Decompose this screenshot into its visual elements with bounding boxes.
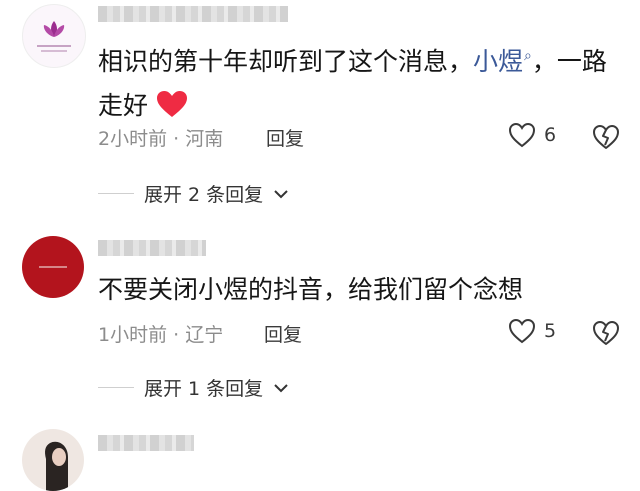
search-icon: ⌕ [524, 48, 532, 64]
expand-replies-button[interactable]: 展开 2 条回复 [98, 180, 289, 207]
comment-item: 相识的第十年却听到了这个消息，小煜⌕，一路 走好 2小时前 · 河南 回复 6 … [0, 0, 640, 215]
separator: · [173, 324, 186, 346]
like-count: 6 [544, 124, 557, 146]
comment-meta: 2小时前 · 河南 [98, 124, 223, 151]
comment-text-part: ，一路 [531, 47, 607, 76]
username[interactable] [98, 240, 206, 256]
comment-text-part: 走好 [98, 91, 149, 120]
comment-time: 2小时前 [98, 128, 168, 150]
like-button[interactable]: 5 [508, 318, 556, 344]
divider [98, 387, 134, 388]
comment-text: 不要关闭小煜的抖音，给我们留个念想 [98, 275, 524, 304]
chevron-down-icon [274, 383, 288, 392]
dislike-button[interactable] [592, 320, 620, 350]
avatar[interactable] [22, 4, 86, 68]
comment-meta: 1小时前 · 辽宁 [98, 320, 223, 347]
comment-item: 不要关闭小煜的抖音，给我们留个念想 1小时前 · 辽宁 回复 5 展开 1 条回… [0, 230, 640, 415]
avatar[interactable] [22, 236, 84, 298]
expand-replies-button[interactable]: 展开 1 条回复 [98, 374, 289, 401]
expand-replies-label[interactable]: 展开 2 条回复 [144, 180, 263, 207]
chevron-down-icon [274, 189, 288, 198]
flower-logo-icon [37, 21, 71, 52]
avatar[interactable] [22, 429, 84, 491]
username[interactable] [98, 6, 288, 22]
comment-item [0, 425, 640, 491]
broken-heart-icon [593, 321, 619, 345]
like-count: 5 [544, 320, 557, 342]
comment-location: 辽宁 [185, 324, 224, 346]
comment-text-part: 相识的第十年却听到了这个消息， [98, 47, 474, 76]
reply-button[interactable]: 回复 [264, 320, 302, 347]
dislike-button[interactable] [592, 124, 620, 154]
username[interactable] [98, 435, 194, 451]
avatar-text-mark [39, 266, 67, 268]
mention-name[interactable]: 小煜 [473, 47, 523, 76]
separator: · [173, 128, 186, 150]
mention-link[interactable]: 小煜⌕ [473, 47, 532, 76]
broken-heart-icon [593, 125, 619, 149]
avatar-photo [45, 441, 68, 491]
comment-text: 相识的第十年却听到了这个消息，小煜⌕，一路 走好 [98, 34, 618, 132]
heart-outline-icon [508, 318, 536, 344]
comment-location: 河南 [185, 128, 224, 150]
expand-replies-label[interactable]: 展开 1 条回复 [144, 374, 263, 401]
divider [98, 193, 134, 194]
comment-time: 1小时前 [98, 324, 168, 346]
reply-button[interactable]: 回复 [266, 124, 304, 151]
like-button[interactable]: 6 [508, 122, 556, 148]
heart-outline-icon [508, 122, 536, 148]
